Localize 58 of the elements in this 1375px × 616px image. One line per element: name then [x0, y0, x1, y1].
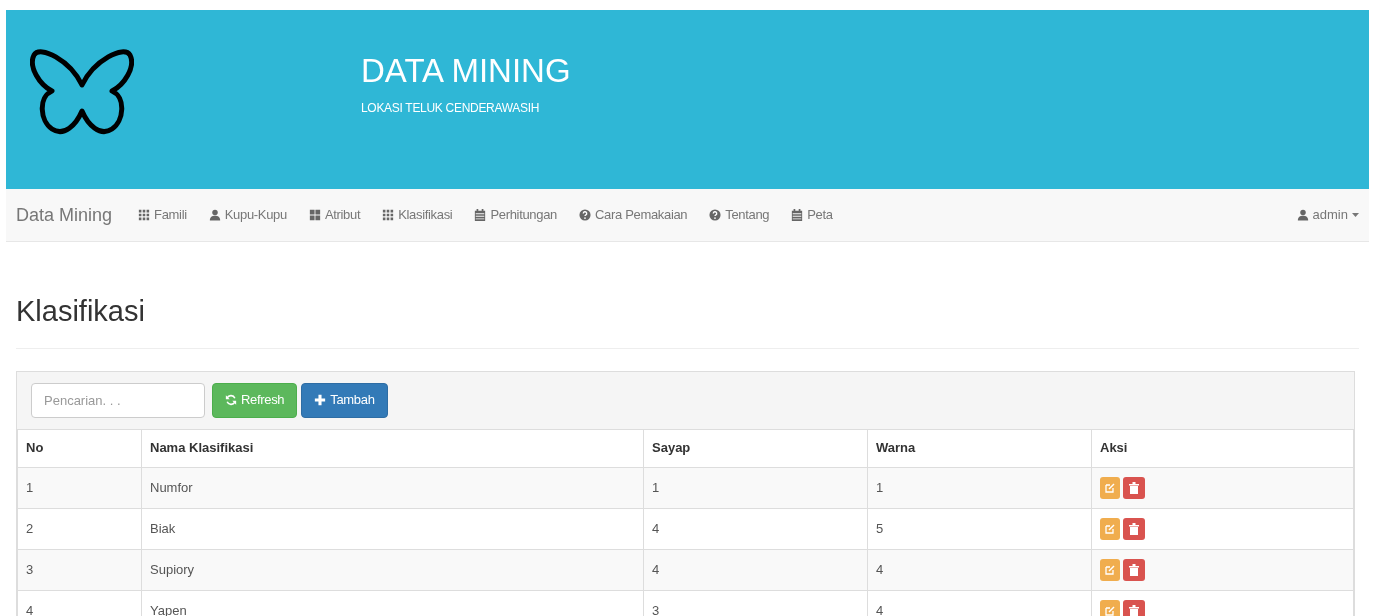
tiles-icon [308, 209, 321, 221]
question-circle-icon [579, 209, 591, 221]
site-title: DATA MINING [361, 54, 571, 87]
table-cell: 4 [643, 549, 868, 590]
column-header: No [17, 429, 142, 467]
column-header: Warna [867, 429, 1092, 467]
table-cell: 1 [643, 467, 868, 508]
trash-icon [1129, 563, 1139, 576]
question-circle-icon [709, 209, 722, 221]
column-header: Nama Klasifikasi [141, 429, 644, 467]
navbar-brand[interactable]: Data Mining [16, 201, 113, 229]
calendar-icon [474, 209, 487, 221]
table-cell: 4 [17, 590, 142, 616]
column-header: Aksi [1091, 429, 1354, 467]
nav-link[interactable]: Cara Pemakaian [579, 205, 688, 225]
site-subtitle: LOKASI TELUK CENDERAWASIH [361, 100, 541, 117]
caret-icon [1352, 213, 1359, 217]
nav-link[interactable]: Tentang [709, 205, 770, 225]
table-cell: 4 [643, 508, 868, 549]
edit-icon [1105, 523, 1115, 534]
page-title: Klasifikasi [16, 294, 145, 329]
trash-icon [1129, 522, 1139, 535]
trash-icon [1129, 481, 1139, 494]
table-cell: 1 [17, 467, 142, 508]
search-field[interactable]: Pencarian. . . [31, 382, 205, 418]
nav-link[interactable]: Kupu-Kupu [208, 205, 287, 225]
table-cell: 4 [867, 549, 1092, 590]
delete-button[interactable] [1123, 599, 1145, 616]
column-header: Sayap [643, 429, 868, 467]
user-menu[interactable]: admin [1296, 205, 1359, 225]
plus-icon [314, 394, 327, 406]
nav-link[interactable]: Atribut [308, 205, 361, 225]
delete-button[interactable] [1123, 558, 1145, 581]
grid-icon [382, 209, 395, 221]
table-cell: 1 [867, 467, 1092, 508]
table-cell: 2 [17, 508, 142, 549]
delete-button[interactable] [1123, 476, 1145, 499]
trash-icon [1129, 604, 1139, 616]
table-cell: Supiory [141, 549, 644, 590]
refresh-button[interactable]: Refresh [212, 382, 298, 418]
edit-icon [1105, 605, 1115, 616]
user-icon [1296, 209, 1309, 221]
edit-icon [1105, 482, 1115, 493]
table-cell: 5 [867, 508, 1092, 549]
edit-icon [1105, 564, 1115, 575]
nav-link[interactable]: Peta [791, 205, 833, 225]
grid-icon [138, 209, 151, 221]
table-cell: Biak [141, 508, 644, 549]
refresh-icon [225, 394, 237, 406]
nav-link[interactable]: Famili [138, 205, 187, 225]
table-cell: 3 [17, 549, 142, 590]
nav-link[interactable]: Perhitungan [474, 205, 557, 225]
user-icon [208, 209, 221, 221]
calendar-icon [791, 209, 804, 221]
delete-button[interactable] [1123, 517, 1145, 540]
table-cell: Numfor [141, 467, 644, 508]
nav-link[interactable]: Klasifikasi [382, 205, 453, 225]
add-button[interactable]: Tambah [301, 382, 388, 418]
